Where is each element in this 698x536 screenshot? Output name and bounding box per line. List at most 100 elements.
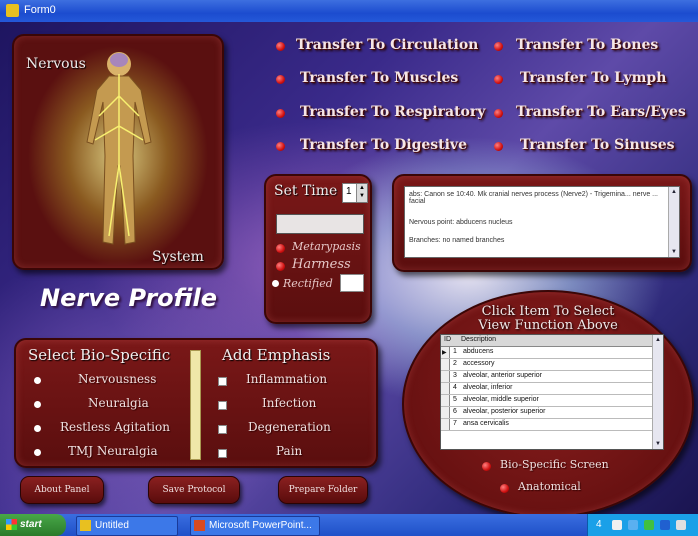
tray-text: 4 (596, 519, 602, 530)
windows-flag-icon (6, 519, 17, 530)
row-name: accessory (463, 360, 495, 367)
scroll-down-icon[interactable]: ▼ (654, 440, 662, 448)
row-selector (441, 371, 450, 382)
transfer-digestive-bullet (276, 142, 285, 151)
row-id: 3 (453, 372, 457, 379)
table-row[interactable]: 2 accessory (441, 359, 653, 371)
neuralgia-radio[interactable] (34, 401, 41, 408)
info-line-3: Branches: no named branches (409, 237, 505, 244)
bio-specific-panel: Select Bio-Specific Add Emphasis Nervous… (14, 338, 378, 468)
clock-icon[interactable] (676, 520, 686, 530)
infection-label: Infection (262, 396, 317, 410)
nerve-list-grid[interactable]: ID Description ▶ 1 abducens 2 accessory … (440, 334, 664, 450)
nervousness-radio[interactable] (34, 377, 41, 384)
info-text-box[interactable]: abs: Canon se 10:40. Mk cranial nerves p… (404, 186, 680, 258)
row-name: ansa cervicalis (463, 420, 509, 427)
start-button[interactable]: start (0, 514, 66, 536)
app-icon (80, 520, 91, 531)
transfer-circulation-bullet (276, 42, 285, 51)
prepare-folder-button[interactable]: Prepare Folder (278, 476, 368, 504)
rectified-radio[interactable] (272, 280, 279, 287)
row-id: 7 (453, 420, 457, 427)
transfer-muscles-link[interactable]: Transfer To Muscles (300, 70, 458, 86)
time-input[interactable] (276, 214, 364, 234)
harmess-label: Harmess (292, 257, 351, 272)
window-title: Form0 (24, 4, 56, 16)
scroll-up-icon[interactable]: ▲ (670, 188, 678, 196)
tmj-neuralgia-label: TMJ Neuralgia (68, 444, 158, 458)
human-figure-icon (86, 52, 152, 245)
app-icon (6, 4, 19, 17)
transfer-digestive-link[interactable]: Transfer To Digestive (300, 137, 467, 153)
table-row[interactable]: 4 alveolar, inferior (441, 383, 653, 395)
figure-label-nervous: Nervous (26, 56, 86, 72)
taskbar: start Untitled Microsoft PowerPoint... 4 (0, 514, 698, 536)
system-tray: 4 (587, 514, 698, 536)
transfer-bones-link[interactable]: Transfer To Bones (516, 37, 658, 53)
transfer-circulation-link[interactable]: Transfer To Circulation (296, 37, 478, 53)
table-row[interactable]: 7 ansa cervicalis (441, 419, 653, 431)
about-panel-button[interactable]: About Panel (20, 476, 104, 504)
row-name: alveolar, inferior (463, 384, 513, 391)
security-icon[interactable] (644, 520, 654, 530)
row-selector (441, 383, 450, 394)
row-selector (441, 419, 450, 430)
scroll-up-icon[interactable]: ▲ (654, 336, 662, 344)
inflammation-label: Inflammation (246, 372, 328, 386)
scroll-down-icon[interactable]: ▼ (670, 248, 678, 256)
harmess-radio[interactable] (276, 262, 285, 271)
taskbar-item-powerpoint[interactable]: Microsoft PowerPoint... (190, 516, 320, 536)
grid-scrollbar[interactable]: ▲ ▼ (652, 335, 663, 449)
anatomical-label: Anatomical (518, 480, 581, 493)
bluetooth-icon[interactable] (660, 520, 670, 530)
set-time-spinner[interactable]: 1 ▲ ▼ (342, 183, 368, 203)
degeneration-checkbox[interactable] (218, 425, 227, 434)
infection-checkbox[interactable] (218, 401, 227, 410)
info-line-2: Nervous point: abducens nucleus (409, 219, 513, 226)
table-row[interactable]: ▶ 1 abducens (441, 347, 653, 359)
grid-header-description: Description (461, 336, 497, 343)
restless-agitation-label: Restless Agitation (60, 420, 170, 434)
row-id: 1 (453, 348, 457, 355)
table-row[interactable]: 6 alveolar, posterior superior (441, 407, 653, 419)
taskbar-item-label: Microsoft PowerPoint... (209, 520, 312, 531)
network-icon[interactable] (628, 520, 638, 530)
inflammation-checkbox[interactable] (218, 377, 227, 386)
neuralgia-label: Neuralgia (88, 396, 149, 410)
start-label: start (20, 519, 42, 530)
row-selector-icon: ▶ (441, 347, 450, 358)
transfer-respiratory-link[interactable]: Transfer To Respiratory (300, 104, 485, 120)
rectified-input[interactable] (340, 274, 364, 292)
set-time-label: Set Time (274, 183, 338, 199)
info-line-1: abs: Canon se 10:40. Mk cranial nerves p… (409, 191, 658, 205)
transfer-lymph-link[interactable]: Transfer To Lymph (520, 70, 666, 86)
rectified-label: Rectified (283, 277, 333, 290)
transfer-bones-bullet (494, 42, 503, 51)
nervous-system-figure-panel: Nervous System (12, 34, 224, 270)
info-scrollbar[interactable]: ▲ ▼ (668, 187, 679, 257)
spinner-arrows-icon[interactable]: ▲ ▼ (356, 184, 367, 202)
function-title-line2: View Function Above (478, 318, 618, 333)
metarypasis-radio[interactable] (276, 244, 285, 253)
tmj-neuralgia-radio[interactable] (34, 449, 41, 456)
row-selector (441, 407, 450, 418)
transfer-ears-eyes-bullet (494, 109, 503, 118)
transfer-ears-eyes-link[interactable]: Transfer To Ears/Eyes (516, 104, 686, 120)
degeneration-label: Degeneration (248, 420, 331, 434)
pain-checkbox[interactable] (218, 449, 227, 458)
table-row[interactable]: 5 alveolar, middle superior (441, 395, 653, 407)
restless-agitation-radio[interactable] (34, 425, 41, 432)
taskbar-item-untitled[interactable]: Untitled (76, 516, 178, 536)
table-row[interactable]: 3 alveolar, anterior superior (441, 371, 653, 383)
row-name: alveolar, anterior superior (463, 372, 542, 379)
transfer-muscles-bullet (276, 75, 285, 84)
bio-specific-screen-radio[interactable] (482, 462, 491, 471)
row-name: alveolar, posterior superior (463, 408, 546, 415)
metarypasis-label: Metarypasis (292, 240, 361, 253)
transfer-sinuses-link[interactable]: Transfer To Sinuses (520, 137, 675, 153)
add-emphasis-title: Add Emphasis (222, 346, 331, 364)
anatomical-radio[interactable] (500, 484, 509, 493)
info-panel: abs: Canon se 10:40. Mk cranial nerves p… (392, 174, 692, 272)
speaker-icon[interactable] (612, 520, 622, 530)
save-protocol-button[interactable]: Save Protocol (148, 476, 240, 504)
